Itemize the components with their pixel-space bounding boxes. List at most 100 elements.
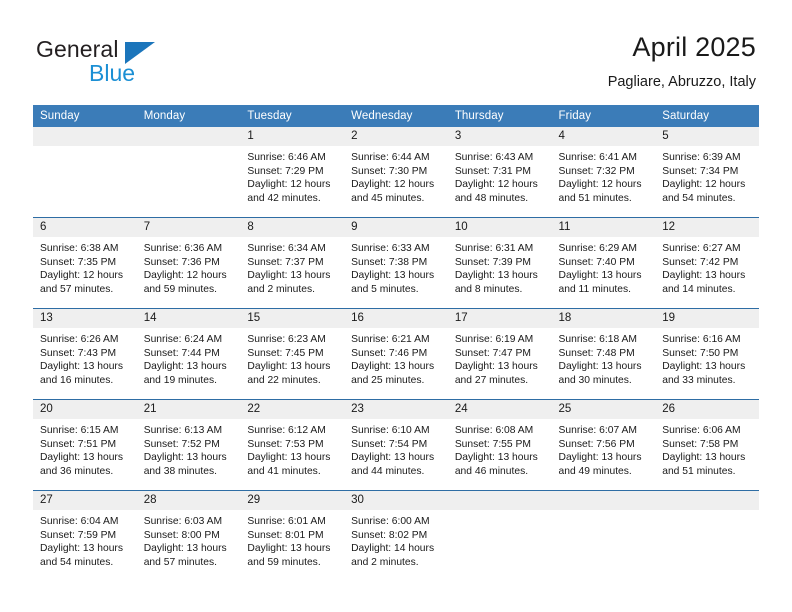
- day-details: Sunrise: 6:39 AM Sunset: 7:34 PM Daylight:…: [655, 146, 759, 205]
- sunset-time: Sunset: 7:39 PM: [454, 256, 531, 268]
- daylight-duration-line2: and 54 minutes.: [40, 556, 114, 568]
- daylight-duration-line1: Daylight: 13 hours: [247, 543, 331, 554]
- day-number: 11: [551, 218, 656, 237]
- calendar-day-cell[interactable]: 6 Sunrise: 6:38 AM Sunset: 7:35 PM Daylight…: [33, 217, 137, 309]
- calendar-day-cell[interactable]: 10 Sunrise: 6:31 AM Sunset: 7:39 PM Dayligh…: [447, 217, 552, 309]
- day-details: [137, 146, 241, 151]
- calendar-day-cell[interactable]: 16 Sunrise: 6:21 AM Sunset: 7:46 PM Dayligh…: [344, 308, 448, 400]
- day-details: Sunrise: 6:34 AM Sunset: 7:37 PM Daylight:…: [240, 237, 344, 296]
- sunset-time: Sunset: 7:37 PM: [247, 256, 324, 268]
- sunset-time: Sunset: 7:52 PM: [143, 438, 220, 450]
- sunset-time: Sunset: 7:36 PM: [143, 256, 220, 268]
- day-number: [33, 127, 137, 146]
- sunset-time: Sunset: 8:00 PM: [143, 529, 220, 541]
- sunset-time: Sunset: 7:48 PM: [558, 347, 635, 359]
- sunset-time: Sunset: 8:02 PM: [351, 529, 428, 541]
- day-number: 21: [136, 400, 241, 419]
- daylight-duration-line2: and 19 minutes.: [143, 374, 217, 386]
- daylight-duration-line2: and 14 minutes.: [662, 283, 736, 295]
- sunrise-time: Sunrise: 6:12 AM: [247, 425, 326, 436]
- calendar-day-cell[interactable]: 29 Sunrise: 6:01 AM Sunset: 8:01 PM Dayligh…: [240, 490, 345, 581]
- generalblue-logo[interactable]: General Blue: [36, 36, 206, 92]
- calendar-day-cell[interactable]: 17 Sunrise: 6:19 AM Sunset: 7:47 PM Dayligh…: [447, 308, 552, 400]
- calendar-week-row: 13 Sunrise: 6:26 AM Sunset: 7:43 PM Dayligh…: [33, 308, 759, 400]
- sunset-time: Sunset: 7:40 PM: [558, 256, 635, 268]
- day-number: 30: [344, 491, 448, 510]
- calendar-day-cell[interactable]: 9 Sunrise: 6:33 AM Sunset: 7:38 PM Daylight…: [344, 217, 448, 309]
- day-number: 13: [33, 309, 137, 328]
- day-number: 29: [240, 491, 345, 510]
- sunrise-time: Sunrise: 6:29 AM: [558, 243, 637, 254]
- calendar-day-cell[interactable]: 5 Sunrise: 6:39 AM Sunset: 7:34 PM Daylight…: [655, 127, 759, 218]
- calendar-day-cell[interactable]: 8 Sunrise: 6:34 AM Sunset: 7:37 PM Daylight…: [240, 217, 345, 309]
- day-details: Sunrise: 6:18 AM Sunset: 7:48 PM Daylight:…: [552, 328, 656, 387]
- sunset-time: Sunset: 7:59 PM: [40, 529, 117, 541]
- calendar-day-cell[interactable]: 21 Sunrise: 6:13 AM Sunset: 7:52 PM Dayligh…: [136, 399, 241, 491]
- day-number: 10: [447, 218, 552, 237]
- calendar-day-cell[interactable]: 14 Sunrise: 6:24 AM Sunset: 7:44 PM Dayligh…: [136, 308, 241, 400]
- calendar-day-cell[interactable]: 18 Sunrise: 6:18 AM Sunset: 7:48 PM Dayligh…: [551, 308, 656, 400]
- sunset-time: Sunset: 7:42 PM: [662, 256, 739, 268]
- calendar-day-cell[interactable]: 27 Sunrise: 6:04 AM Sunset: 7:59 PM Dayligh…: [33, 490, 137, 581]
- logo-text-general: General: [36, 36, 119, 62]
- day-number: 5: [655, 127, 759, 146]
- day-details: Sunrise: 6:13 AM Sunset: 7:52 PM Daylight:…: [137, 419, 241, 478]
- daylight-duration-line2: and 41 minutes.: [247, 465, 321, 477]
- sunset-time: Sunset: 7:29 PM: [247, 165, 324, 177]
- sunset-time: Sunset: 7:35 PM: [40, 256, 117, 268]
- day-details: Sunrise: 6:24 AM Sunset: 7:44 PM Daylight:…: [137, 328, 241, 387]
- calendar-day-cell[interactable]: 7 Sunrise: 6:36 AM Sunset: 7:36 PM Daylight…: [136, 217, 241, 309]
- sunset-time: Sunset: 7:31 PM: [454, 165, 531, 177]
- calendar-day-cell[interactable]: 28 Sunrise: 6:03 AM Sunset: 8:00 PM Dayligh…: [136, 490, 241, 581]
- day-details: Sunrise: 6:33 AM Sunset: 7:38 PM Daylight:…: [344, 237, 448, 296]
- daylight-duration-line1: Daylight: 12 hours: [247, 179, 331, 190]
- day-number: [136, 127, 241, 146]
- daylight-duration-line2: and 5 minutes.: [351, 283, 419, 295]
- sunset-time: Sunset: 7:30 PM: [351, 165, 428, 177]
- calendar-week-row: 1 Sunrise: 6:46 AM Sunset: 7:29 PM Daylight…: [33, 127, 759, 218]
- sunrise-time: Sunrise: 6:27 AM: [662, 243, 741, 254]
- day-number: 8: [240, 218, 345, 237]
- day-details: Sunrise: 6:41 AM Sunset: 7:32 PM Daylight:…: [552, 146, 656, 205]
- day-details: Sunrise: 6:27 AM Sunset: 7:42 PM Daylight:…: [655, 237, 759, 296]
- calendar-cell-empty: [655, 490, 759, 581]
- calendar-day-cell[interactable]: 15 Sunrise: 6:23 AM Sunset: 7:45 PM Dayligh…: [240, 308, 345, 400]
- calendar-day-cell[interactable]: 3 Sunrise: 6:43 AM Sunset: 7:31 PM Daylight…: [447, 127, 552, 218]
- calendar-day-cell[interactable]: 11 Sunrise: 6:29 AM Sunset: 7:40 PM Dayligh…: [551, 217, 656, 309]
- calendar-day-cell[interactable]: 4 Sunrise: 6:41 AM Sunset: 7:32 PM Daylight…: [551, 127, 656, 218]
- day-details: Sunrise: 6:07 AM Sunset: 7:56 PM Daylight:…: [552, 419, 656, 478]
- daylight-duration-line1: Daylight: 13 hours: [143, 543, 227, 554]
- weekday-header-monday: Monday: [136, 105, 241, 127]
- day-details: Sunrise: 6:00 AM Sunset: 8:02 PM Daylight:…: [344, 510, 448, 569]
- sunrise-time: Sunrise: 6:18 AM: [558, 334, 637, 345]
- daylight-duration-line1: Daylight: 13 hours: [662, 270, 746, 281]
- day-number: 22: [240, 400, 345, 419]
- calendar-day-cell[interactable]: 30 Sunrise: 6:00 AM Sunset: 8:02 PM Dayligh…: [344, 490, 448, 581]
- sunrise-time: Sunrise: 6:16 AM: [662, 334, 741, 345]
- daylight-duration-line1: Daylight: 12 hours: [40, 270, 123, 281]
- sunrise-time: Sunrise: 6:15 AM: [40, 425, 119, 436]
- daylight-duration-line2: and 57 minutes.: [40, 283, 114, 295]
- calendar-day-cell[interactable]: 22 Sunrise: 6:12 AM Sunset: 7:53 PM Dayligh…: [240, 399, 345, 491]
- day-details: [655, 510, 759, 515]
- day-number: 26: [655, 400, 759, 419]
- day-details: Sunrise: 6:15 AM Sunset: 7:51 PM Daylight:…: [33, 419, 137, 478]
- calendar-day-cell[interactable]: 12 Sunrise: 6:27 AM Sunset: 7:42 PM Dayligh…: [655, 217, 759, 309]
- daylight-duration-line1: Daylight: 13 hours: [247, 270, 331, 281]
- calendar-day-cell[interactable]: 25 Sunrise: 6:07 AM Sunset: 7:56 PM Dayligh…: [551, 399, 656, 491]
- calendar-day-cell[interactable]: 26 Sunrise: 6:06 AM Sunset: 7:58 PM Dayligh…: [655, 399, 759, 491]
- calendar-day-cell[interactable]: 2 Sunrise: 6:44 AM Sunset: 7:30 PM Daylight…: [344, 127, 448, 218]
- calendar-day-cell[interactable]: 19 Sunrise: 6:16 AM Sunset: 7:50 PM Dayligh…: [655, 308, 759, 400]
- calendar-day-cell[interactable]: 1 Sunrise: 6:46 AM Sunset: 7:29 PM Daylight…: [240, 127, 345, 218]
- calendar-day-cell[interactable]: 20 Sunrise: 6:15 AM Sunset: 7:51 PM Dayligh…: [33, 399, 137, 491]
- daylight-duration-line1: Daylight: 13 hours: [558, 361, 642, 372]
- calendar-day-cell[interactable]: 13 Sunrise: 6:26 AM Sunset: 7:43 PM Dayligh…: [33, 308, 137, 400]
- sunrise-time: Sunrise: 6:00 AM: [351, 516, 430, 527]
- daylight-duration-line2: and 48 minutes.: [454, 192, 529, 204]
- calendar-day-cell[interactable]: 23 Sunrise: 6:10 AM Sunset: 7:54 PM Dayligh…: [344, 399, 448, 491]
- daylight-duration-line2: and 22 minutes.: [247, 374, 321, 386]
- daylight-duration-line2: and 57 minutes.: [143, 556, 217, 568]
- day-number: 20: [33, 400, 137, 419]
- day-number: 17: [447, 309, 552, 328]
- calendar-day-cell[interactable]: 24 Sunrise: 6:08 AM Sunset: 7:55 PM Dayligh…: [447, 399, 552, 491]
